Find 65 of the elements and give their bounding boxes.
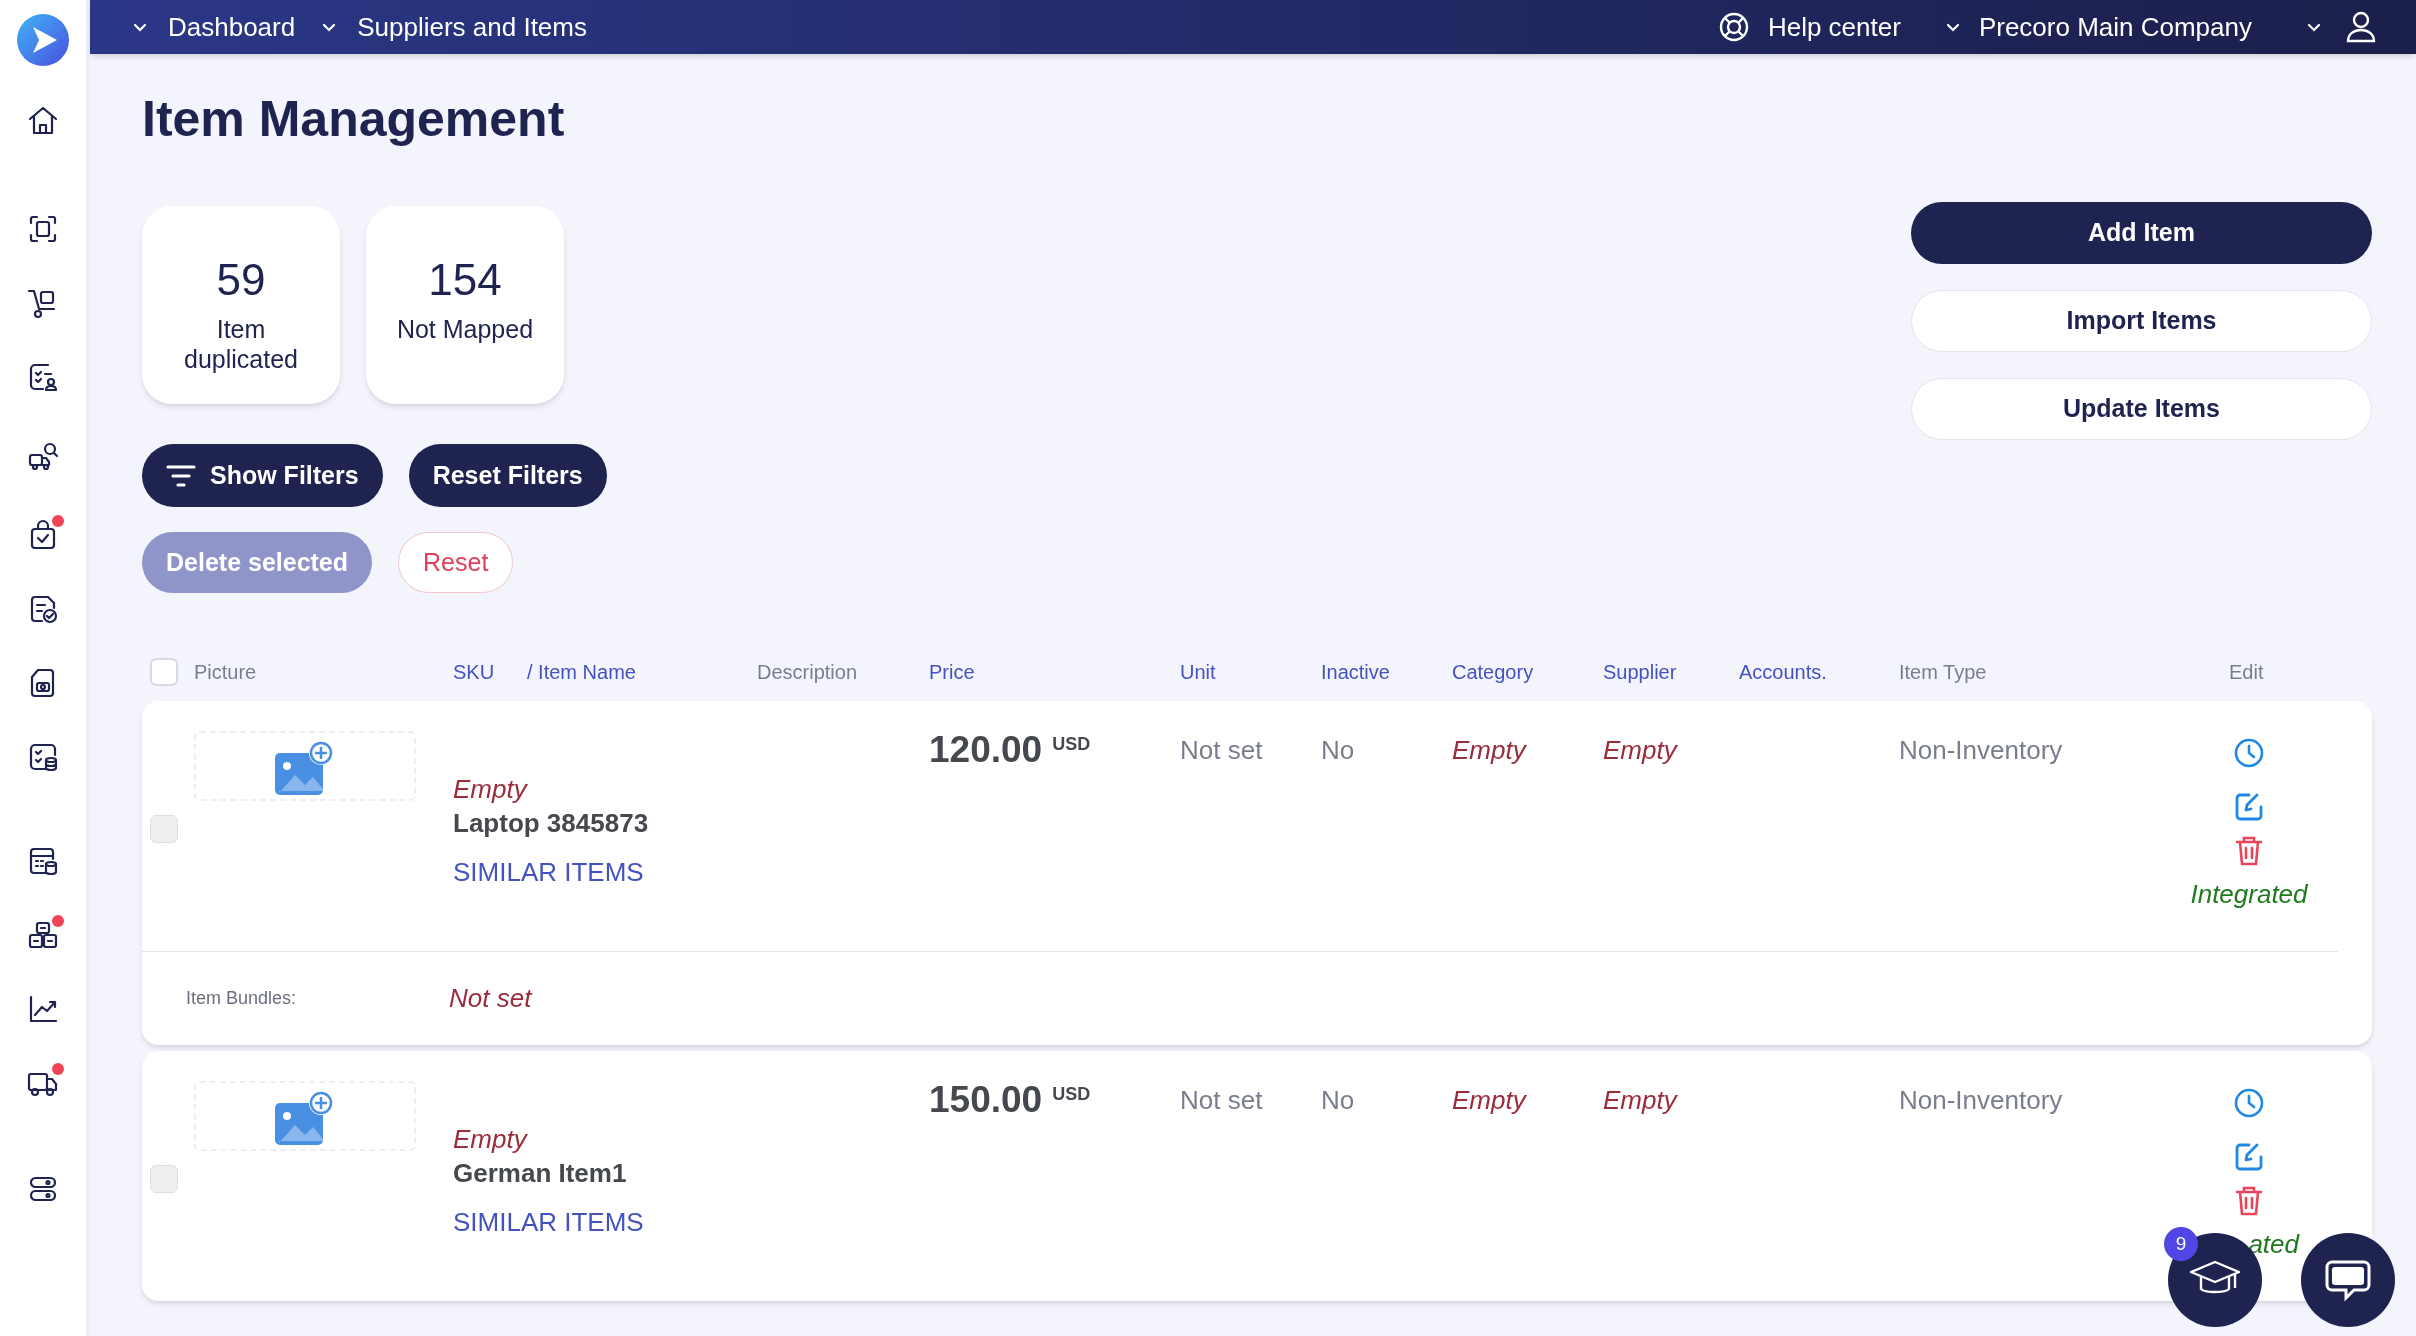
- column-header[interactable]: Unit: [1180, 657, 1321, 687]
- page-title: Item Management: [142, 94, 566, 144]
- stat-value: 154: [428, 258, 502, 302]
- inactive-value: No: [1321, 734, 1356, 767]
- column-header[interactable]: SKU: [453, 657, 527, 687]
- column-header[interactable]: / Item Name: [527, 657, 757, 687]
- chat-icon: [2324, 1258, 2372, 1302]
- history-icon[interactable]: [2233, 737, 2265, 769]
- supplier-value: Empty: [1603, 734, 1679, 767]
- stat-label: Item duplicated: [183, 314, 299, 374]
- column-header: Picture: [194, 660, 258, 685]
- inactive-value: No: [1321, 1084, 1356, 1117]
- unit-value: Not set: [1180, 1084, 1264, 1117]
- bundles-label: Item Bundles:: [186, 987, 298, 1010]
- reset-filters-button[interactable]: Reset Filters: [408, 444, 607, 507]
- breadcrumb-link[interactable]: Suppliers and Items: [357, 7, 587, 47]
- reset-button[interactable]: Reset: [398, 532, 514, 593]
- stat-value: 59: [216, 258, 266, 302]
- item-name: Laptop 3845873: [453, 807, 650, 840]
- show-filters-button[interactable]: Show Filters: [142, 444, 383, 507]
- stat-card[interactable]: 59 Item duplicated: [142, 206, 340, 404]
- action-button[interactable]: Import Items: [1911, 290, 2372, 352]
- item-name: German Item1: [453, 1157, 628, 1190]
- bundles-value: Not set: [449, 982, 532, 1015]
- price-value: 120.00: [929, 731, 1043, 768]
- column-header[interactable]: Accounts.: [1739, 657, 1899, 687]
- company-selector[interactable]: Precoro Main Company: [1978, 7, 2252, 47]
- filter-icon: [166, 463, 196, 488]
- column-header: Description: [757, 660, 859, 685]
- item-type-value: Non-Inventory: [1899, 1084, 2064, 1117]
- edit-icon[interactable]: [2233, 1141, 2265, 1173]
- unit-value: Not set: [1180, 734, 1264, 767]
- column-header[interactable]: Inactive: [1321, 657, 1452, 687]
- edit-icon[interactable]: [2233, 791, 2265, 823]
- help-center-link[interactable]: Help center: [1767, 7, 1901, 47]
- logo-icon[interactable]: [17, 14, 69, 66]
- item-type-value: Non-Inventory: [1899, 734, 2064, 767]
- column-header: Edit: [2229, 660, 2265, 685]
- breadcrumb-link[interactable]: Dashboard: [168, 7, 296, 47]
- action-button[interactable]: Update Items: [1911, 378, 2372, 440]
- supplier-value: Empty: [1603, 1084, 1679, 1117]
- column-header[interactable]: Price: [929, 657, 1180, 687]
- currency-label: USD: [1052, 1083, 1091, 1106]
- delete-icon[interactable]: [2234, 1185, 2264, 1217]
- column-header: Item Type: [1899, 660, 1988, 685]
- lifebuoy-icon[interactable]: [1717, 11, 1750, 43]
- delete-icon[interactable]: [2234, 835, 2264, 867]
- select-all-checkbox[interactable]: [150, 658, 178, 686]
- category-value: Empty: [1452, 734, 1528, 767]
- status-label: Integrated: [2190, 878, 2308, 911]
- sku-value: Empty: [453, 1123, 529, 1155]
- stat-label: Not Mapped: [395, 314, 535, 344]
- stat-card[interactable]: 154 Not Mapped: [366, 206, 564, 404]
- user-icon[interactable]: [2346, 11, 2376, 43]
- image-upload-area[interactable]: [194, 1081, 416, 1151]
- history-icon[interactable]: [2233, 1087, 2265, 1119]
- sku-value: Empty: [453, 773, 529, 805]
- action-button[interactable]: Add Item: [1911, 202, 2372, 264]
- category-value: Empty: [1452, 1084, 1528, 1117]
- column-header[interactable]: Supplier: [1603, 657, 1739, 687]
- price-value: 150.00: [929, 1081, 1043, 1118]
- currency-label: USD: [1052, 733, 1091, 756]
- image-upload-area[interactable]: [194, 731, 416, 801]
- column-header[interactable]: Category: [1452, 657, 1603, 687]
- status-label: ated: [2248, 1228, 2299, 1261]
